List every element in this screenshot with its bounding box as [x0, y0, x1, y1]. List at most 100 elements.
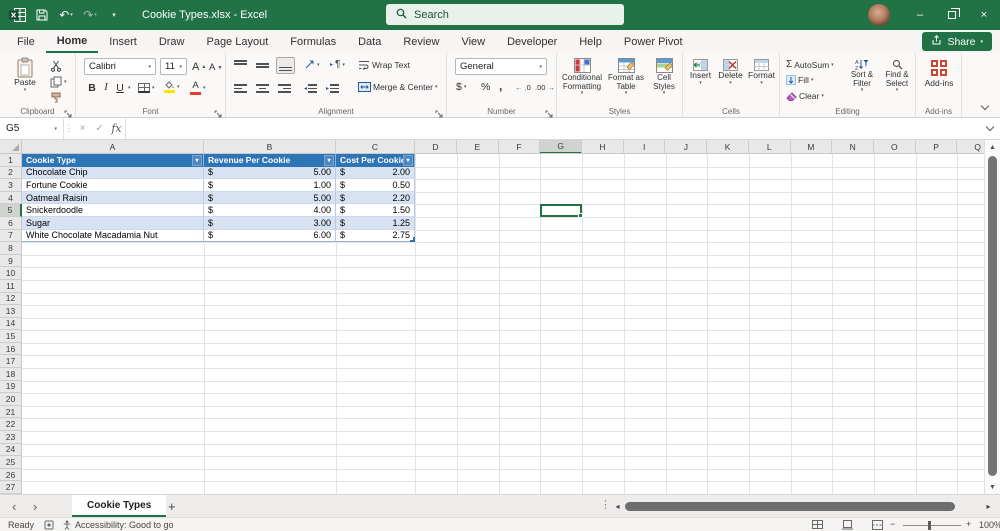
column-header-d[interactable]: D	[415, 140, 457, 153]
ribbon-tab-formulas[interactable]: Formulas	[279, 30, 347, 53]
column-header-n[interactable]: N	[832, 140, 874, 153]
scroll-down-icon[interactable]: ▼	[985, 480, 1000, 494]
table-cell[interactable]: $2.20	[336, 191, 415, 205]
filter-icon[interactable]: ▾	[403, 155, 413, 166]
number-format-select[interactable]: General ▾	[455, 58, 547, 75]
row-header-15[interactable]: 15	[0, 330, 22, 343]
row-header-14[interactable]: 14	[0, 317, 22, 331]
table-cell[interactable]: $1.00	[204, 179, 336, 192]
find-select-button[interactable]: Find & Select ▾	[880, 59, 914, 94]
enter-icon[interactable]: ✓	[91, 118, 108, 139]
horizontal-scrollbar[interactable]: ◂ ▸	[612, 499, 994, 513]
ribbon-tab-data[interactable]: Data	[347, 30, 392, 53]
top-align-button[interactable]	[234, 60, 247, 71]
row-header-6[interactable]: 6	[0, 216, 22, 230]
zoom-slider-thumb[interactable]	[928, 521, 931, 530]
row-header-17[interactable]: 17	[0, 355, 22, 369]
ribbon-tab-power-pivot[interactable]: Power Pivot	[613, 30, 694, 53]
comma-style-button[interactable]: ,	[499, 79, 502, 93]
row-header-19[interactable]: 19	[0, 380, 22, 394]
scroll-right-icon[interactable]: ▸	[983, 502, 994, 511]
bold-button[interactable]: B	[86, 82, 98, 94]
borders-button[interactable]: ▾	[138, 83, 155, 93]
increase-font-size-button[interactable]: A ▲	[192, 61, 206, 73]
row-header-5[interactable]: 5	[0, 204, 22, 217]
clipboard-dialog-launcher-icon[interactable]	[64, 106, 73, 118]
accessibility-icon[interactable]	[62, 520, 72, 531]
table-cell[interactable]: $1.50	[336, 204, 415, 217]
filter-icon[interactable]: ▾	[192, 155, 202, 166]
horizontal-scroll-thumb[interactable]	[625, 501, 955, 511]
zoom-in-button[interactable]: +	[966, 519, 971, 529]
table-header-cost-per-cookie[interactable]: Cost Per Cookie ▾	[336, 154, 415, 167]
ribbon-tab-insert[interactable]: Insert	[98, 30, 148, 53]
name-box-resizer[interactable]: ⋮	[64, 118, 74, 139]
row-header-20[interactable]: 20	[0, 393, 22, 406]
decrease-decimal-button[interactable]: .00 →	[535, 83, 555, 92]
avatar[interactable]	[868, 4, 890, 26]
column-header-q[interactable]: Q	[957, 140, 984, 153]
delete-cells-button[interactable]: Delete ▾	[716, 59, 745, 87]
ribbon-tab-review[interactable]: Review	[392, 30, 450, 53]
share-button[interactable]: Share ▾	[922, 32, 992, 51]
table-cell[interactable]: $6.00	[204, 229, 336, 243]
table-cell[interactable]: $1.25	[336, 216, 415, 230]
column-header-o[interactable]: O	[874, 140, 916, 153]
table-resize-handle[interactable]	[410, 237, 415, 243]
scroll-left-icon[interactable]: ◂	[612, 502, 623, 511]
restore-button[interactable]	[936, 0, 968, 30]
merge-center-button[interactable]: Merge & Center ▾	[358, 82, 438, 92]
percent-style-button[interactable]: %	[481, 81, 490, 93]
text-direction-button[interactable]: ▸ ¶ ▾	[330, 59, 345, 70]
ribbon-tab-home[interactable]: Home	[45, 30, 99, 53]
selected-cell[interactable]	[540, 204, 584, 218]
sheet-grid[interactable]: Cookie Type ▾ Revenue Per Cookie ▾ Cost Per …	[22, 154, 984, 494]
align-right-button[interactable]	[278, 83, 291, 94]
middle-align-button[interactable]	[256, 60, 269, 71]
row-header-22[interactable]: 22	[0, 418, 22, 432]
cancel-icon[interactable]: ×	[74, 118, 91, 139]
cut-button[interactable]	[50, 60, 62, 72]
font-dialog-launcher-icon[interactable]	[214, 106, 223, 118]
expand-formula-bar-icon[interactable]	[980, 118, 1000, 139]
table-header-cookie-type[interactable]: Cookie Type ▾	[22, 154, 204, 167]
row-header-2[interactable]: 2	[0, 166, 22, 180]
column-header-k[interactable]: K	[707, 140, 749, 153]
minimize-button[interactable]: –	[904, 0, 936, 30]
table-cell[interactable]: White Chocolate Macadamia Nut	[22, 229, 204, 243]
undo-button[interactable]: ↶ ▾	[54, 0, 78, 30]
increase-decimal-button[interactable]: ← .0	[515, 83, 531, 92]
ribbon-tab-help[interactable]: Help	[568, 30, 613, 53]
table-cell[interactable]: $0.50	[336, 179, 415, 192]
insert-function-button[interactable]: fx	[108, 118, 125, 139]
column-header-c[interactable]: C	[336, 140, 415, 153]
filter-icon[interactable]: ▾	[324, 155, 334, 166]
close-button[interactable]: ×	[968, 0, 1000, 30]
table-cell[interactable]: $2.00	[336, 166, 415, 180]
column-header-f[interactable]: F	[498, 140, 541, 153]
row-header-16[interactable]: 16	[0, 342, 22, 356]
ribbon-tab-page-layout[interactable]: Page Layout	[195, 30, 279, 53]
row-header-3[interactable]: 3	[0, 179, 22, 192]
customize-qat-icon[interactable]: ▾	[102, 0, 126, 30]
italic-button[interactable]: I	[100, 82, 112, 93]
next-sheet-icon[interactable]: ›	[33, 495, 37, 517]
zoom-slider[interactable]	[903, 525, 961, 526]
row-header-4[interactable]: 4	[0, 191, 22, 205]
formula-input[interactable]	[125, 118, 980, 139]
orientation-button[interactable]: ▾	[304, 59, 320, 70]
row-header-26[interactable]: 26	[0, 468, 22, 482]
page-layout-view-button[interactable]	[842, 520, 853, 531]
fill-handle[interactable]	[578, 212, 584, 218]
column-header-h[interactable]: H	[582, 140, 624, 153]
table-cell[interactable]: $5.00	[204, 191, 336, 205]
bottom-align-button[interactable]	[276, 57, 295, 74]
column-header-g[interactable]: G	[540, 140, 583, 153]
sort-filter-button[interactable]: AZ Sort & Filter ▾	[844, 59, 880, 94]
row-header-21[interactable]: 21	[0, 405, 22, 419]
row-header-24[interactable]: 24	[0, 443, 22, 457]
decrease-indent-button[interactable]: ◂	[304, 83, 318, 94]
column-header-a[interactable]: A	[22, 140, 204, 153]
increase-indent-button[interactable]: ▸	[326, 83, 340, 94]
underline-button[interactable]: U ▾	[114, 82, 130, 94]
